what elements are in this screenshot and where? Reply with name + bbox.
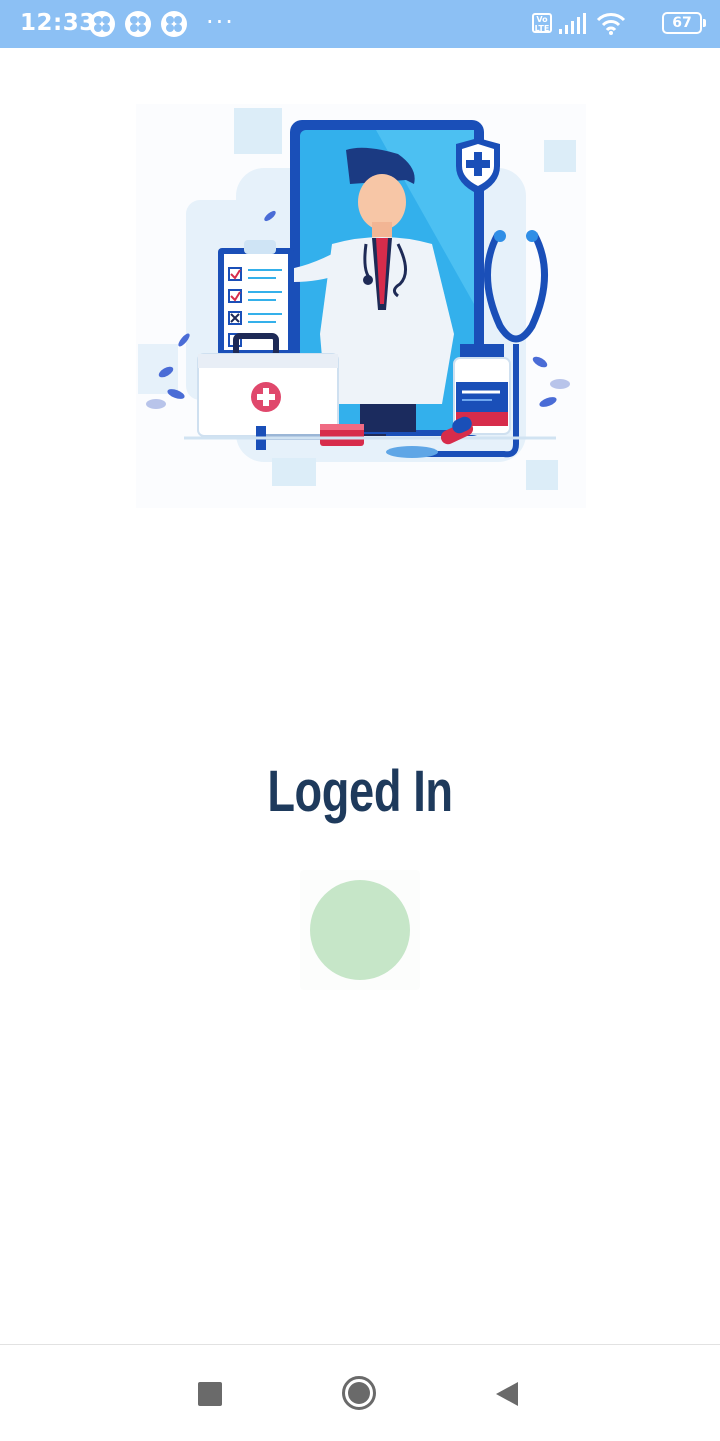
- recents-button[interactable]: [198, 1382, 222, 1406]
- battery-icon: 67: [662, 12, 706, 34]
- more-notifications-icon: ···: [206, 8, 235, 36]
- clover-app-icon: [161, 11, 187, 37]
- wifi-icon: [596, 13, 626, 35]
- volte-icon: Vo LTE: [532, 13, 552, 33]
- clover-app-icon: [125, 11, 151, 37]
- signal-icon: [559, 13, 586, 34]
- status-bar: 12:33 ··· Vo LTE 67: [0, 0, 720, 48]
- home-button[interactable]: [341, 1375, 377, 1411]
- loading-circle: [310, 880, 410, 980]
- navigation-bar: [0, 1344, 720, 1441]
- page-title: Loged In: [267, 759, 453, 824]
- loading-indicator: [300, 870, 420, 990]
- back-button[interactable]: [494, 1380, 520, 1408]
- doctor-illustration: [136, 104, 586, 508]
- status-time: 12:33: [20, 10, 96, 36]
- clover-app-icon: [89, 11, 115, 37]
- system-indicators: Vo LTE 67: [532, 10, 706, 38]
